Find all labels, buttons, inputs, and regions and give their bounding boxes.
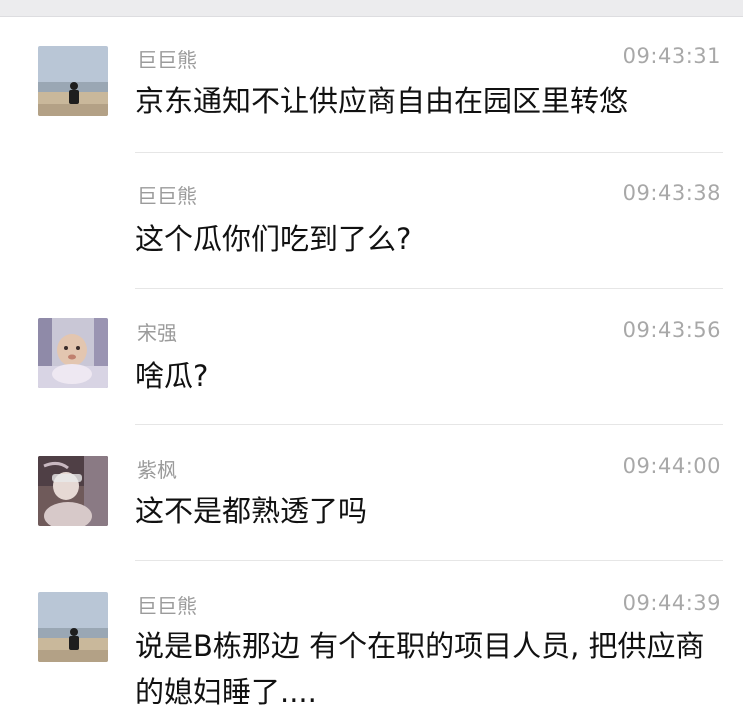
baby-avatar[interactable]: [38, 318, 108, 388]
message-text: 京东通知不让供应商自由在园区里转悠: [135, 84, 629, 118]
sender-name[interactable]: 紫枫: [137, 454, 177, 483]
message-text: 这不是都熟透了吗: [135, 494, 368, 528]
sender-name[interactable]: 巨巨熊: [137, 44, 197, 73]
message-time: 09:43:56: [622, 318, 721, 342]
sender-name[interactable]: 宋强: [137, 317, 177, 346]
message-time: 09:44:00: [622, 454, 721, 478]
sender-name[interactable]: 巨巨熊: [137, 180, 197, 209]
person-photo-avatar[interactable]: [38, 456, 108, 526]
message-text: 这个瓜你们吃到了么?: [135, 222, 412, 256]
beach-figure-avatar[interactable]: [38, 46, 108, 116]
sender-name[interactable]: 巨巨熊: [137, 590, 197, 619]
message-time: 09:43:31: [622, 44, 721, 68]
beach-figure-avatar[interactable]: [38, 592, 108, 662]
chat-header-bar: [0, 0, 743, 17]
message-divider: [135, 288, 723, 289]
message-divider: [135, 560, 723, 561]
message-divider: [135, 152, 723, 153]
message-divider: [135, 424, 723, 425]
message-text: 啥瓜?: [135, 359, 209, 393]
message-text: 说是B栋那边 有个在职的项目人员, 把供应商的媳妇睡了....: [135, 629, 705, 709]
message-time: 09:43:38: [622, 181, 721, 205]
message-time: 09:44:39: [622, 591, 721, 615]
